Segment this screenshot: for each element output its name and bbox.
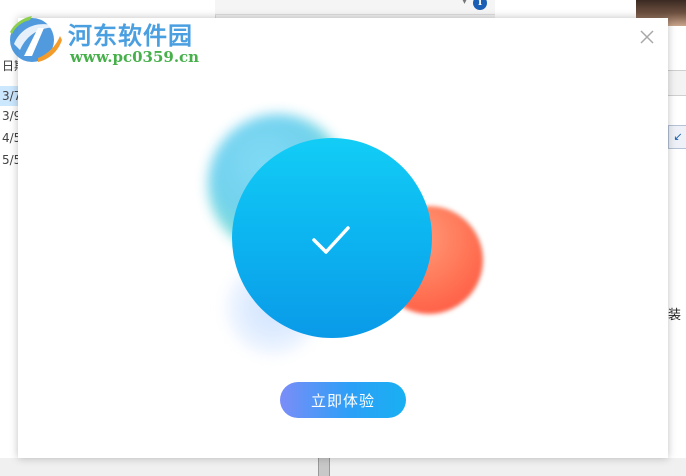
top-toolbar-strip: ▾ i [215,0,495,15]
right-side-text: 装 [668,308,682,323]
info-icon[interactable]: i [473,0,487,10]
checkmark-icon [312,226,350,254]
chevron-down-icon[interactable]: ▾ [462,0,467,7]
site-watermark: 河东软件园 www.pc0359.cn [4,10,224,70]
install-success-dialog: 立即体验 [18,18,668,458]
scrollbar-thumb[interactable] [318,456,330,476]
watermark-title: 河东软件园 [68,22,193,50]
try-now-button[interactable]: 立即体验 [280,382,406,418]
watermark-url: www.pc0359.cn [70,48,200,66]
watermark-logo-icon [10,16,62,62]
bottom-strip [0,458,686,476]
arrow-button[interactable]: ↙ [668,125,686,149]
right-toolbar-bar [668,70,686,96]
